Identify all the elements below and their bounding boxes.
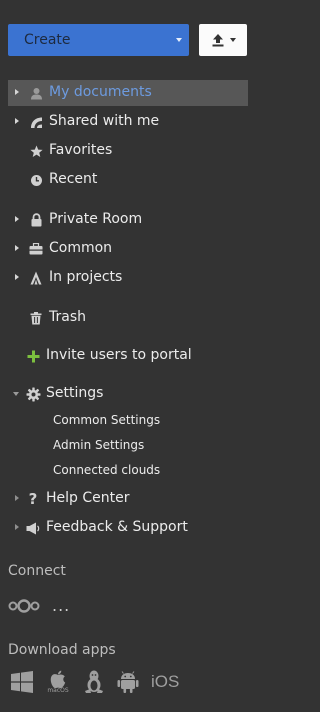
nav-label: Trash (49, 309, 86, 325)
nav-item-favorites[interactable]: Favorites (8, 138, 248, 164)
connect-row: ... (8, 596, 70, 615)
shared-icon (28, 114, 44, 130)
chevron-down-icon (229, 38, 236, 42)
collapse-arrow-icon[interactable] (13, 392, 19, 396)
settings-item-admin-settings[interactable]: Admin Settings (53, 438, 144, 456)
nextcloud-icon[interactable] (8, 598, 40, 614)
expand-arrow-icon[interactable] (15, 274, 19, 280)
nav-item-in-projects[interactable]: In projects (8, 265, 248, 291)
chevron-down-icon (176, 38, 182, 42)
nav-label: My documents (49, 84, 152, 100)
expand-arrow-icon[interactable] (15, 118, 19, 124)
expand-arrow-icon[interactable] (15, 495, 19, 501)
megaphone-icon (25, 520, 41, 536)
plus-icon (25, 348, 41, 364)
nav-item-trash[interactable]: Trash (8, 305, 248, 331)
nav-item-feedback-support[interactable]: Feedback & Support (8, 515, 248, 541)
expand-arrow-icon[interactable] (15, 245, 19, 251)
nav-item-common[interactable]: Common (8, 236, 248, 262)
macos-label: macOS (47, 687, 69, 694)
gear-icon (25, 386, 41, 402)
nav-label: In projects (49, 269, 123, 285)
help-center-label: Help Center (46, 490, 130, 506)
invite-label: Invite users to portal (46, 347, 192, 363)
upload-button[interactable] (199, 24, 247, 56)
linux-icon[interactable] (83, 670, 105, 694)
nav-label: Favorites (49, 142, 113, 158)
nav-item-recent[interactable]: Recent (8, 167, 248, 193)
invite-users-button[interactable]: Invite users to portal (8, 343, 248, 369)
expand-arrow-icon[interactable] (15, 524, 19, 530)
download-apps-title: Download apps (8, 642, 116, 658)
briefcase-icon (28, 241, 44, 257)
expand-arrow-icon[interactable] (15, 216, 19, 222)
create-button-label: Create (24, 32, 71, 48)
nav-label: Common (49, 240, 113, 256)
ios-app-link[interactable]: iOS (151, 672, 179, 692)
android-icon[interactable] (117, 671, 139, 693)
expand-arrow-icon[interactable] (15, 89, 19, 95)
sidebar: Create My documents Shared with me Favor… (0, 0, 267, 712)
macos-app-link[interactable]: macOS (45, 670, 71, 694)
clock-icon (28, 172, 44, 188)
nav-label: Recent (49, 171, 98, 187)
nav-item-shared-with-me[interactable]: Shared with me (8, 109, 248, 135)
trash-icon (28, 310, 44, 326)
create-button[interactable]: Create (8, 24, 189, 56)
settings-item-common-settings[interactable]: Common Settings (53, 413, 160, 431)
nav-label: Shared with me (49, 113, 160, 129)
nav-label: Private Room (49, 211, 143, 227)
upload-icon (212, 34, 223, 47)
star-icon (28, 143, 44, 159)
question-icon: ? (28, 490, 38, 508)
connect-title: Connect (8, 563, 66, 579)
lock-icon (28, 212, 44, 228)
nav-item-my-documents[interactable]: My documents (8, 80, 248, 106)
download-apps-row: macOS iOS (11, 670, 179, 694)
projects-icon (28, 270, 44, 286)
feedback-support-label: Feedback & Support (46, 519, 188, 535)
settings-item-connected-clouds[interactable]: Connected clouds (53, 463, 160, 481)
windows-icon[interactable] (11, 671, 33, 693)
nav-item-private-room[interactable]: Private Room (8, 207, 248, 233)
user-icon (28, 85, 44, 101)
nav-item-settings[interactable]: Settings (8, 381, 248, 407)
nav-item-help-center[interactable]: ? Help Center (8, 486, 248, 512)
more-connections-button[interactable]: ... (52, 596, 70, 615)
settings-label: Settings (46, 385, 104, 401)
